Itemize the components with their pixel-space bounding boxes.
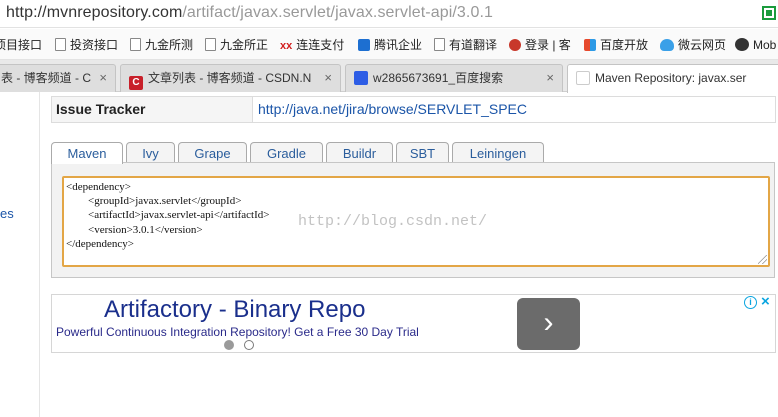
bookmark-item[interactable]: 腾讯企业	[358, 36, 422, 54]
panda-icon	[735, 38, 749, 51]
left-sidebar: es	[0, 92, 40, 417]
bookmarks-bar: 项目接口 投资接口 九金所测 九金所正 xx连连支付 腾讯企业 有道翻译 登录 …	[0, 29, 778, 60]
page-icon	[130, 38, 141, 51]
carousel-dot[interactable]	[244, 340, 254, 350]
url-host: http://mvnrepository.com	[6, 4, 183, 21]
url-text[interactable]: http://mvnrepository.com/artifact/javax.…	[6, 4, 493, 22]
xx-logo-icon: xx	[280, 40, 293, 52]
csdn-icon: C	[129, 76, 143, 90]
dependency-textarea[interactable]: <dependency> <groupId>javax.servlet</gro…	[62, 176, 770, 267]
bookmark-item[interactable]: 微云网页	[660, 36, 726, 54]
ad-subtitle[interactable]: Powerful Continuous Integration Reposito…	[56, 325, 419, 339]
maven-icon	[576, 71, 590, 85]
tencent-icon	[358, 39, 370, 51]
bookmark-label: 投资接口	[70, 38, 119, 52]
bookmark-item[interactable]: Mob	[735, 36, 776, 54]
cloud-icon	[660, 39, 674, 51]
bookmark-label: 有道翻译	[449, 38, 498, 52]
tab-ivy[interactable]: Ivy	[126, 142, 175, 163]
close-icon[interactable]: ×	[761, 293, 770, 310]
weibo-icon	[509, 39, 521, 51]
qr-code-icon[interactable]	[762, 6, 776, 20]
bookmark-item[interactable]: 百度开放	[584, 36, 648, 54]
tab-label: 文章列表 - 博客频道 - CSDN.N	[148, 71, 312, 85]
bookmark-item[interactable]: 九金所测	[130, 36, 193, 54]
issue-tracker-row: Issue Tracker http://java.net/jira/brows…	[51, 96, 776, 123]
tab-gradle[interactable]: Gradle	[250, 142, 323, 163]
bookmark-item[interactable]: 项目接口	[0, 36, 42, 54]
tab-csdn-articles[interactable]: C 文章列表 - 博客频道 - CSDN.N ×	[120, 64, 341, 92]
page-icon	[434, 38, 445, 51]
page-icon	[55, 38, 66, 51]
bookmark-label: 九金所测	[145, 38, 194, 52]
tab-blog-channel[interactable]: 表 - 博客频道 - C ×	[0, 64, 116, 92]
dependency-code: <dependency> <groupId>javax.servlet</gro…	[66, 181, 270, 250]
bookmark-label: 项目接口	[0, 38, 43, 52]
tab-maven[interactable]: Maven	[51, 142, 123, 164]
issue-tracker-link[interactable]: http://java.net/jira/browse/SERVLET_SPEC	[258, 97, 527, 122]
tab-buildr[interactable]: Buildr	[326, 142, 393, 163]
address-bar[interactable]: http://mvnrepository.com/artifact/javax.…	[0, 0, 778, 28]
carousel-dot-active[interactable]	[224, 340, 234, 350]
chevron-right-icon[interactable]: ›	[517, 298, 580, 350]
watermark-text: http://blog.csdn.net/	[298, 213, 488, 230]
close-icon[interactable]: ×	[324, 65, 332, 91]
bookmark-label: 九金所正	[220, 38, 269, 52]
info-icon[interactable]: i	[744, 296, 757, 309]
issue-tracker-label: Issue Tracker	[52, 97, 253, 122]
tab-strip: 表 - 博客频道 - C × C 文章列表 - 博客频道 - CSDN.N × w…	[0, 60, 778, 93]
bookmark-item[interactable]: 九金所正	[205, 36, 268, 54]
close-icon[interactable]: ×	[546, 65, 554, 91]
resize-handle-icon[interactable]	[758, 255, 767, 264]
tab-label: w2865673691_百度搜索	[373, 71, 504, 85]
dependency-panel: <dependency> <groupId>javax.servlet</gro…	[51, 162, 775, 278]
ad-title[interactable]: Artifactory - Binary Repo	[104, 296, 365, 324]
bookmark-label: 微云网页	[678, 38, 727, 52]
tab-sbt[interactable]: SBT	[396, 142, 449, 163]
tab-grape[interactable]: Grape	[178, 142, 247, 163]
baidu-paw-icon	[354, 71, 368, 85]
close-icon[interactable]: ×	[99, 65, 107, 91]
bookmark-item[interactable]: 有道翻译	[434, 36, 497, 54]
bookmark-item[interactable]: 登录 | 客	[509, 36, 571, 54]
page-icon	[205, 38, 216, 51]
tab-leiningen[interactable]: Leiningen	[452, 142, 544, 163]
tab-baidu-search[interactable]: w2865673691_百度搜索 ×	[345, 64, 563, 92]
bookmark-label: 百度开放	[600, 38, 649, 52]
tab-label: Maven Repository: javax.ser	[595, 71, 747, 85]
tab-maven-repository[interactable]: Maven Repository: javax.ser	[567, 64, 778, 93]
tab-label: 表 - 博客频道 - C	[1, 71, 91, 85]
bookmark-item[interactable]: 投资接口	[55, 36, 118, 54]
bookmark-label: 登录 | 客	[525, 38, 571, 52]
url-path: /artifact/javax.servlet/javax.servlet-ap…	[182, 4, 493, 21]
bookmark-label: Mob	[753, 38, 777, 52]
bookmark-label: 连连支付	[296, 38, 345, 52]
bookmark-label: 腾讯企业	[374, 38, 423, 52]
grid-icon	[584, 39, 596, 51]
sidebar-link-fragment[interactable]: es	[0, 206, 14, 221]
bookmark-item[interactable]: xx 连连支付	[280, 36, 344, 54]
ad-banner[interactable]: Artifactory - Binary Repo Powerful Conti…	[51, 293, 776, 353]
